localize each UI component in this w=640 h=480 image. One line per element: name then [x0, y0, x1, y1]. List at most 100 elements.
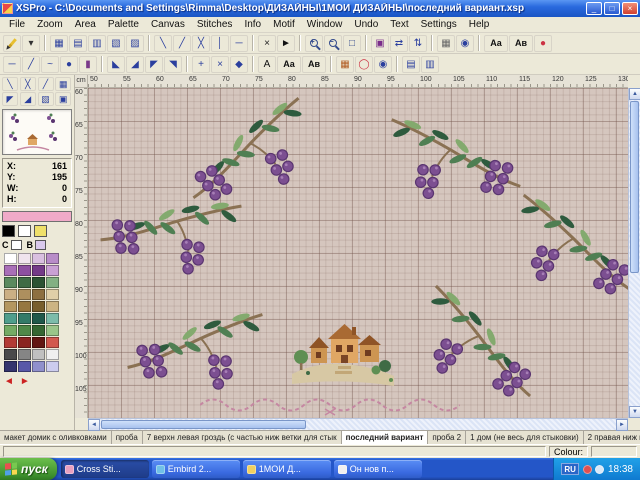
palette-swatch-12[interactable] — [46, 277, 59, 288]
yellow-swatch[interactable] — [34, 225, 47, 237]
mini-backstitch-left-icon[interactable]: ╲ — [2, 77, 18, 91]
center-view-icon[interactable]: ◉ — [456, 35, 474, 52]
antivirus-tray-icon[interactable] — [583, 465, 592, 474]
palette-swatch-10[interactable] — [18, 277, 31, 288]
pattern-tab-5[interactable]: проба 2 — [428, 431, 466, 444]
palette-swatch-35[interactable] — [32, 349, 45, 360]
diamond-stitch-icon[interactable]: ◆ — [230, 56, 248, 73]
palette-swatch-9[interactable] — [4, 277, 17, 288]
mini-backstitch-cross-icon[interactable]: ╳ — [20, 77, 36, 91]
palette-swatch-2[interactable] — [18, 253, 31, 264]
letters-small-icon[interactable]: Ав — [509, 35, 533, 52]
channel-swatch[interactable] — [35, 240, 46, 250]
pattern-preview[interactable] — [2, 109, 72, 155]
palette-swatch-15[interactable] — [32, 289, 45, 300]
palette-swatch-13[interactable] — [4, 289, 17, 300]
horizontal-scroll-thumb[interactable] — [101, 420, 306, 429]
taskbar-task-1[interactable]: Cross Sti... — [61, 460, 149, 478]
full-stitch-icon[interactable]: ▦ — [50, 35, 68, 52]
curve-line-icon[interactable]: ~ — [41, 56, 59, 73]
palette-swatch-21[interactable] — [4, 313, 17, 324]
backstitch-horizontal-icon[interactable]: ─ — [230, 35, 248, 52]
menu-item-file[interactable]: File — [3, 18, 31, 31]
menu-item-palette[interactable]: Palette — [102, 18, 145, 31]
horizontal-scrollbar[interactable]: ◄ ► — [88, 418, 628, 430]
palette-swatch-20[interactable] — [46, 301, 59, 312]
palette-swatch-4[interactable] — [46, 253, 59, 264]
backstitch-right-icon[interactable]: ╱ — [173, 35, 191, 52]
half-stitch-icon[interactable]: ▤ — [69, 35, 87, 52]
zoom-out-icon[interactable]: − — [324, 35, 342, 52]
palette-swatch-5[interactable] — [4, 265, 17, 276]
palette-swatch-25[interactable] — [4, 325, 17, 336]
backstitch-cross-icon[interactable]: ╳ — [192, 35, 210, 52]
mirror-horizontal-icon[interactable]: ⇄ — [390, 35, 408, 52]
text-tool-icon[interactable]: A — [258, 56, 276, 73]
pencil-tool-icon[interactable] — [3, 35, 21, 52]
three-quarter-stitch-icon[interactable]: ▧ — [107, 35, 125, 52]
palette-swatch-31[interactable] — [32, 337, 45, 348]
letters-large-icon[interactable]: Aa — [484, 35, 508, 52]
motif-stamp-icon[interactable]: ▣ — [371, 35, 389, 52]
taskbar-task-2[interactable]: Embird 2... — [152, 460, 240, 478]
palette-swatch-23[interactable] — [32, 313, 45, 324]
color-wheel-icon[interactable]: ● — [534, 35, 552, 52]
palette-swatch-1[interactable] — [4, 253, 17, 264]
palette-swatch-27[interactable] — [32, 325, 45, 336]
pattern-tab-1[interactable]: макет домик с оливковками — [0, 431, 112, 444]
menu-item-undo[interactable]: Undo — [348, 18, 384, 31]
vertical-scrollbar[interactable]: ▲ ▼ — [628, 88, 640, 418]
pattern-tab-4[interactable]: последний вариант — [342, 431, 429, 444]
pattern-tab-2[interactable]: проба — [112, 431, 143, 444]
palette-swatch-36[interactable] — [46, 349, 59, 360]
mini-full-icon[interactable]: ▣ — [55, 92, 71, 106]
backstitch-vertical-icon[interactable]: │ — [211, 35, 229, 52]
channel-c[interactable]: C — [2, 240, 22, 250]
menu-item-stitches[interactable]: Stitches — [191, 18, 239, 31]
petite-stitch-icon[interactable]: ▨ — [126, 35, 144, 52]
palette-swatch-26[interactable] — [18, 325, 31, 336]
pencil-dropdown-icon[interactable]: ▾ — [22, 35, 40, 52]
palette-swatch-33[interactable] — [4, 349, 17, 360]
design-canvas[interactable] — [88, 88, 628, 418]
quarter-stitch-icon[interactable]: ▥ — [88, 35, 106, 52]
palette-swatch-38[interactable] — [18, 361, 31, 372]
quarter-bl-icon[interactable]: ◣ — [107, 56, 125, 73]
quarter-tl-icon[interactable]: ◤ — [145, 56, 163, 73]
palette-swatch-40[interactable] — [46, 361, 59, 372]
scroll-up-icon[interactable]: ▲ — [629, 88, 640, 100]
menu-item-zoom[interactable]: Zoom — [31, 18, 69, 31]
titlebar[interactable]: XSPro - C:\Documents and Settings\Rimma\… — [0, 0, 640, 17]
palette-swatch-28[interactable] — [46, 325, 59, 336]
menu-item-window[interactable]: Window — [301, 18, 349, 31]
taskbar-task-4[interactable]: Он нов п... — [334, 460, 422, 478]
scroll-left-icon[interactable]: ◄ — [88, 419, 100, 431]
vertical-scroll-thumb[interactable] — [630, 101, 639, 273]
palette-swatch-16[interactable] — [46, 289, 59, 300]
font-aa-icon[interactable]: Aa — [277, 56, 301, 73]
menu-item-settings[interactable]: Settings — [415, 18, 463, 31]
pattern-tab-7[interactable]: 2 правая ниж гр — [584, 431, 640, 444]
palette-swatch-30[interactable] — [18, 337, 31, 348]
menu-item-info[interactable]: Info — [238, 18, 267, 31]
start-button[interactable]: пуск — [0, 458, 57, 480]
maximize-button[interactable]: □ — [604, 2, 620, 15]
mini-half-icon[interactable]: ▧ — [38, 92, 54, 106]
target-icon[interactable]: ◉ — [374, 56, 392, 73]
palette-swatch-8[interactable] — [46, 265, 59, 276]
pattern-tab-6[interactable]: 1 дом (не весь для стыковки) — [466, 431, 584, 444]
palette-swatch-39[interactable] — [32, 361, 45, 372]
palette-swatch-37[interactable] — [4, 361, 17, 372]
menu-item-canvas[interactable]: Canvas — [145, 18, 191, 31]
menu-item-motif[interactable]: Motif — [267, 18, 301, 31]
palette-swatch-11[interactable] — [32, 277, 45, 288]
current-color-swatch[interactable] — [2, 211, 72, 222]
palette-swatch-17[interactable] — [4, 301, 17, 312]
palette-swatch-19[interactable] — [32, 301, 45, 312]
channel-b[interactable]: B — [27, 240, 47, 250]
cross-icon[interactable]: + — [192, 56, 210, 73]
backstitch-left-icon[interactable]: ╲ — [154, 35, 172, 52]
scroll-right-icon[interactable]: ► — [616, 419, 628, 431]
palette-swatch-24[interactable] — [46, 313, 59, 324]
quarter-br-icon[interactable]: ◢ — [126, 56, 144, 73]
